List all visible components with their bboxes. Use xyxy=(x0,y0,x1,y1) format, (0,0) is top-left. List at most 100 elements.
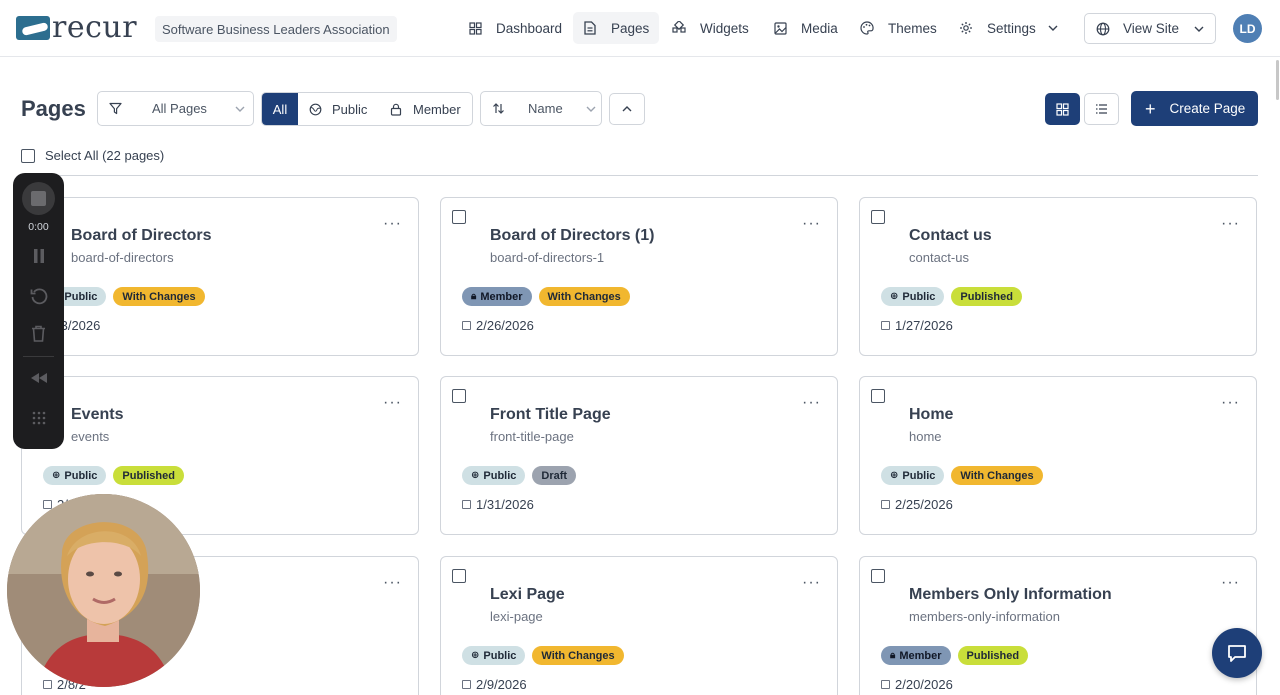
calendar-icon xyxy=(881,680,890,689)
page-card-title[interactable]: Lexi Page xyxy=(490,586,565,604)
page-card-title[interactable]: Members Only Information xyxy=(909,586,1112,604)
page-card-title[interactable]: Board of Directors (1) xyxy=(490,227,654,245)
page-card-checkbox[interactable] xyxy=(452,389,466,403)
globe-icon xyxy=(1096,22,1110,36)
select-all-checkbox[interactable] xyxy=(21,148,35,163)
badge-label: With Changes xyxy=(122,290,196,303)
pause-recording-button[interactable] xyxy=(13,248,64,264)
page-card[interactable]: ···Board of Directorsboard-of-directors⊕… xyxy=(21,197,419,356)
page-card-checkbox[interactable] xyxy=(452,210,466,224)
visibility-member-button[interactable]: Member xyxy=(380,93,461,125)
more-options-icon[interactable]: ··· xyxy=(383,216,402,232)
page-card-checkbox[interactable] xyxy=(871,389,885,403)
visibility-public-button[interactable]: Public xyxy=(298,93,380,125)
divider xyxy=(21,175,1258,176)
page-card-title[interactable]: Events xyxy=(71,406,123,424)
page-card[interactable]: ··· Home home ⊕ Public With Changes 2/25/2026 xyxy=(859,376,1257,535)
badge-label: Draft xyxy=(541,469,568,482)
page-card-title[interactable]: Home xyxy=(909,406,953,424)
sort-value: Name xyxy=(528,101,563,116)
page-card-checkbox[interactable] xyxy=(452,569,466,583)
collapse-recorder-button[interactable] xyxy=(13,372,64,384)
badge-label: Published xyxy=(966,649,1020,662)
restart-recording-button[interactable] xyxy=(13,287,64,305)
page-card[interactable]: ··· Front Title Page front-title-page ⊕ Publ… xyxy=(440,376,838,535)
chevron-down-icon xyxy=(586,106,596,112)
more-options-icon[interactable]: ··· xyxy=(1221,395,1240,411)
changes-badge: With Changes xyxy=(538,287,630,306)
calendar-icon xyxy=(462,500,471,509)
more-options-icon[interactable]: ··· xyxy=(802,575,821,591)
page-card-badges: ⊕ Public Draft xyxy=(462,466,577,485)
page-card[interactable]: ··· Board of Directors (1) board-of-direct… xyxy=(440,197,838,356)
organization-name[interactable]: Software Business Leaders Association xyxy=(155,16,397,42)
more-options-icon[interactable]: ··· xyxy=(802,395,821,411)
page-card-badges: ⊕PublicWith Changes xyxy=(881,466,1043,485)
nav-settings[interactable]: Settings xyxy=(949,12,1068,44)
chevron-down-icon xyxy=(1194,26,1204,32)
visibility-member-label: Member xyxy=(413,101,461,117)
nav-pages[interactable]: Pages xyxy=(573,12,660,44)
select-all[interactable]: Select All (22 pages) xyxy=(21,148,164,163)
user-avatar[interactable]: LD xyxy=(1233,14,1262,43)
delete-recording-button[interactable] xyxy=(13,325,64,342)
page-card-slug: front-title-page xyxy=(490,429,574,444)
changes-badge: With Changes xyxy=(532,646,624,665)
page-card-title[interactable]: Front Title Page xyxy=(490,406,611,424)
list-icon xyxy=(1095,103,1108,115)
chat-icon xyxy=(1228,644,1246,662)
create-page-button[interactable]: + Create Page xyxy=(1131,91,1258,126)
trash-icon xyxy=(32,325,45,342)
nav-dashboard[interactable]: Dashboard xyxy=(458,12,572,44)
badge-label: Published xyxy=(960,290,1013,303)
more-options-icon[interactable]: ··· xyxy=(383,395,402,411)
page-card-title[interactable]: Contact us xyxy=(909,227,992,245)
badge-label: Public xyxy=(64,469,98,482)
lock-icon: 🔒︎ xyxy=(890,650,896,661)
page-card[interactable]: ··· Contact us contact-us ⊕ Public Published 1… xyxy=(859,197,1257,356)
pause-icon xyxy=(33,249,44,263)
more-options-icon[interactable]: ··· xyxy=(1221,216,1240,232)
page-card-title[interactable]: Board of Directors xyxy=(71,227,211,245)
calendar-icon xyxy=(462,321,471,330)
list-view-button[interactable] xyxy=(1084,93,1119,125)
sort-select[interactable]: Name xyxy=(480,91,602,126)
chevron-down-icon xyxy=(235,106,245,112)
page-title: Pages xyxy=(21,96,86,121)
sort-direction-button[interactable] xyxy=(609,93,645,125)
calendar-icon xyxy=(881,321,890,330)
webcam-bubble[interactable] xyxy=(7,494,200,687)
view-site-button[interactable]: View Site xyxy=(1084,13,1216,44)
public-badge: ⊕Public xyxy=(462,646,526,665)
page-card-date-value: 2/26/2026 xyxy=(476,318,534,333)
page-card-badges: ⊕PublicWith Changes xyxy=(43,287,205,306)
page-card-checkbox[interactable] xyxy=(871,569,885,583)
globe-icon: ⊕ xyxy=(890,291,899,302)
globe-icon: ⊕ xyxy=(471,470,480,481)
stop-recording-button[interactable] xyxy=(22,182,55,215)
rewind-icon xyxy=(30,373,47,383)
visibility-all-button[interactable]: All xyxy=(262,93,298,125)
page-scrollbar[interactable] xyxy=(1276,60,1279,100)
nav-media[interactable]: Media xyxy=(763,12,848,44)
nav-themes[interactable]: Themes xyxy=(850,12,947,44)
grid-view-button[interactable] xyxy=(1045,93,1080,125)
more-options-icon[interactable]: ··· xyxy=(802,216,821,232)
screen-recorder-controls: 0:00 xyxy=(13,173,64,449)
more-options-icon[interactable]: ··· xyxy=(1221,575,1240,591)
view-site-label: View Site xyxy=(1123,21,1180,36)
page-filter-select[interactable]: All Pages xyxy=(97,91,254,126)
more-options-icon[interactable]: ··· xyxy=(383,575,402,591)
page-card-checkbox[interactable] xyxy=(871,210,885,224)
nav-widgets[interactable]: Widgets xyxy=(662,12,759,44)
nav-dashboard-label: Dashboard xyxy=(496,20,563,36)
drag-handle[interactable] xyxy=(13,410,64,426)
gear-icon xyxy=(959,21,973,35)
page-card[interactable]: ··· Members Only Information members-only-… xyxy=(859,556,1257,695)
badge-label: Member xyxy=(899,649,942,662)
recur-logo[interactable]: recur xyxy=(16,13,137,43)
chat-support-button[interactable] xyxy=(1212,628,1262,678)
page-card[interactable]: ··· Lexi Page lexi-page ⊕ Public With Changes… xyxy=(440,556,838,695)
page-card-badges: 🔒︎ Member Published xyxy=(881,646,1029,665)
badge-label: Public xyxy=(483,649,517,662)
